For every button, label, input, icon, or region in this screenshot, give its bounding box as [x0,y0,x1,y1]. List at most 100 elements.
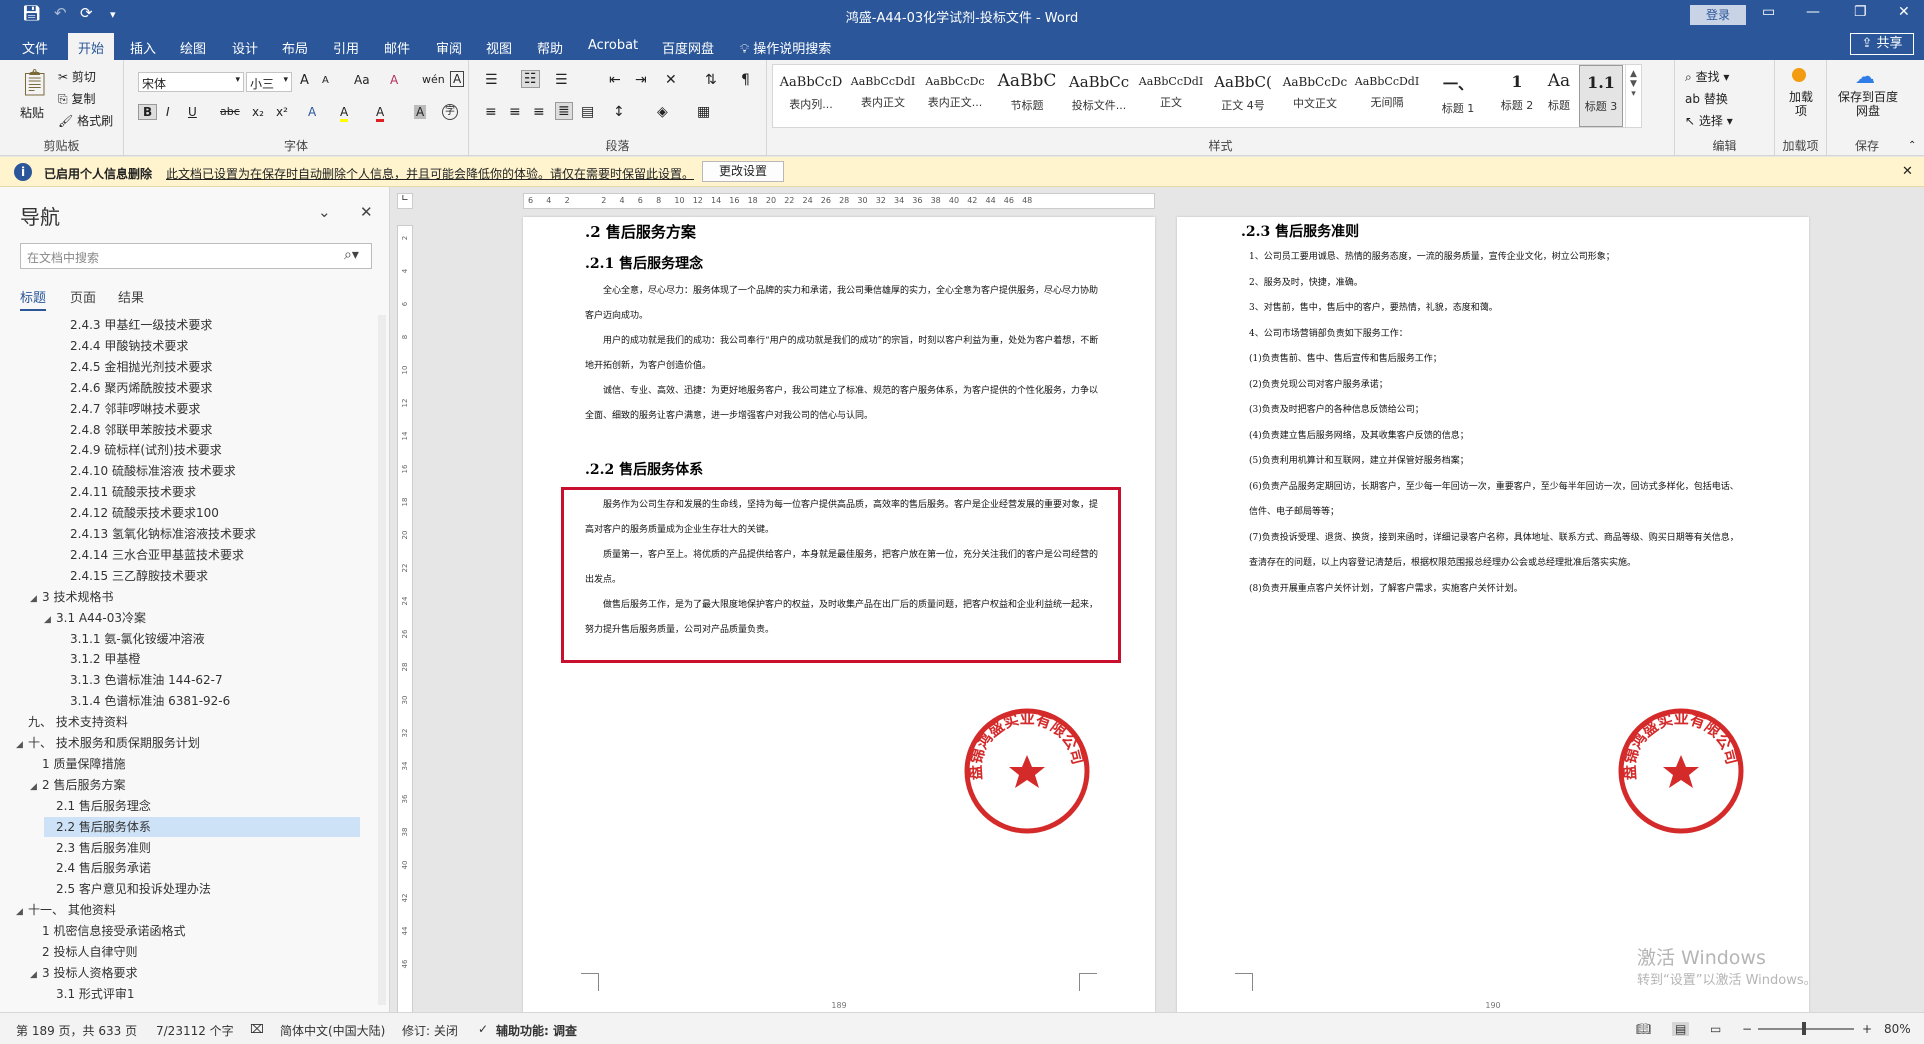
search-icon[interactable]: ⌕▾ [344,247,359,263]
chevron-down-icon[interactable]: ⌄ [318,203,331,221]
minimize-icon[interactable]: — [1806,4,1820,20]
select-button[interactable]: ↖ 选择 ▾ [1685,112,1733,129]
nav-tree-item[interactable]: 1 质量保障措施 [30,754,360,774]
tab-references[interactable]: 引用 [333,38,359,57]
numbering-icon[interactable]: ☷ [521,70,540,88]
tab-selector-icon[interactable]: ∟ [397,193,413,209]
increase-indent-icon[interactable]: ⇥ [635,72,647,88]
accessibility-icon[interactable]: ✓ [478,1022,488,1036]
underline-button[interactable]: U [188,105,197,119]
distributed-icon[interactable]: ▤ [581,104,594,120]
align-left-icon[interactable]: ≡ [485,104,497,120]
grow-font-button[interactable]: A [300,73,309,88]
close-icon[interactable]: ✕ [1898,4,1910,20]
phonetic-guide-button[interactable]: wén [422,73,445,86]
nav-tree-item[interactable]: 3.1.4 色谱标准油 6381-92-6 [58,691,360,711]
expand-toggle-icon[interactable]: ◢ [16,902,28,922]
style-item[interactable]: AaBbCc 投标文件... [1063,65,1135,127]
expand-toggle-icon[interactable]: ◢ [30,777,42,797]
align-right-icon[interactable]: ≡ [533,104,545,120]
change-case-button[interactable]: Aa [354,73,370,87]
borders-icon[interactable]: ▦ [697,104,710,120]
login-button[interactable]: 登录 [1690,5,1746,25]
bullets-icon[interactable]: ☰ [485,72,498,88]
nav-tab-headings[interactable]: 标题 [20,287,47,311]
style-item[interactable]: Aa 标题 [1541,65,1577,127]
nav-tree-item[interactable]: 2.4.11 硫酸汞技术要求 [58,482,360,502]
style-item[interactable]: AaBbCcD 表内列... [775,65,847,127]
shrink-font-button[interactable]: A [322,75,329,86]
nav-tab-results[interactable]: 结果 [118,287,144,306]
highlight-button[interactable]: A [340,105,349,122]
nav-tree-item[interactable]: 3.1 形式评审1 [44,984,360,1004]
nav-tree-item[interactable]: ◢ 3.1 A44-03冷案 [44,608,360,628]
page-190[interactable]: .2.3 售后服务准则 1、公司员工要用诚恳、热情的服务态度，一流的服务质量，宣… [1177,217,1809,1012]
zoom-slider[interactable] [1758,1028,1854,1030]
tab-help[interactable]: 帮助 [537,38,563,57]
nav-tree-item[interactable]: 2.4.15 三乙醇胺技术要求 [58,566,360,586]
nav-tree-item[interactable]: 2.4.8 邻联甲苯胺技术要求 [58,420,360,440]
text-effects-button[interactable]: A [308,105,316,119]
replace-button[interactable]: ab 替换 [1685,90,1728,107]
nav-tree-item[interactable]: 3.1.2 甲基橙 [58,649,360,669]
clear-format-button[interactable]: A [390,73,398,87]
language-status[interactable]: 简体中文(中国大陆) [280,1022,385,1039]
bold-button[interactable]: B [138,104,158,120]
nav-tree-item[interactable]: 2.4.10 硫酸标准溶液 技术要求 [58,461,360,481]
line-spacing-icon[interactable]: ↕ [613,104,625,120]
tab-insert[interactable]: 插入 [130,38,156,57]
nav-tree-item[interactable]: 2.3 售后服务准则 [44,838,360,858]
style-item[interactable]: AaBbC(正文 4号 [1207,65,1279,127]
font-color-button[interactable]: A [376,105,385,122]
accessibility-status[interactable]: 辅助功能: 调查 [496,1022,577,1039]
proofing-icon[interactable]: ⌧ [250,1022,264,1036]
nav-tree-item[interactable]: 2.4.5 金相抛光剂技术要求 [58,357,360,377]
chinese-layout-icon[interactable]: ✕ [665,72,677,88]
addins-button[interactable]: 加载项 [1785,90,1817,118]
copy-button[interactable]: ⎘ 复制 [58,90,95,107]
word-count[interactable]: 7/23112 个字 [156,1022,234,1039]
nav-tree-item[interactable]: ◢ 3 投标人资格要求 [30,963,360,983]
enclose-char-button[interactable]: 字 [442,104,458,120]
char-shading-button[interactable]: A [414,105,427,119]
collapse-ribbon-icon[interactable]: ⌃ [1908,140,1916,151]
styles-scroll-icon[interactable]: ▲ ▼ ▾ [1625,65,1641,127]
nav-tree-item[interactable]: 2.4.4 甲酸钠技术要求 [58,336,360,356]
zoom-slider-thumb[interactable] [1802,1022,1806,1035]
nav-tree-item-selected[interactable]: 2.2 售后服务体系 [44,816,360,837]
style-item[interactable]: 一、 标题 1 [1423,65,1493,127]
nav-tree-item[interactable]: 2.4.6 聚丙烯酰胺技术要求 [58,378,360,398]
justify-icon[interactable]: ≣ [555,102,573,120]
save-to-baidu-button[interactable]: 保存到百度网盘 [1833,90,1903,118]
shading-icon[interactable]: ◈ [657,104,668,120]
decrease-indent-icon[interactable]: ⇤ [609,72,621,88]
nav-tab-pages[interactable]: 页面 [70,287,96,306]
zoom-in-icon[interactable]: + [1862,1022,1872,1036]
tab-acrobat[interactable]: Acrobat [588,38,638,53]
style-item[interactable]: AaBbCcDdI 表内正文 [847,65,919,127]
nav-tree-item[interactable]: 2.4.13 氢氧化钠标准溶液技术要求 [58,524,360,544]
nav-tree-item[interactable]: ◢ 十、 技术服务和质保期服务计划 [16,733,360,753]
tab-review[interactable]: 审阅 [436,38,462,57]
nav-tree-item[interactable]: 3.1.3 色谱标准油 144-62-7 [58,670,360,690]
track-changes-status[interactable]: 修订: 关闭 [402,1022,458,1039]
style-item[interactable]: 1 标题 2 [1495,65,1539,127]
style-item[interactable]: AaBbCcDdI 正文 [1135,65,1207,127]
nav-tree-item[interactable]: 3.1.1 氨-氯化铵缓冲溶液 [58,629,360,649]
align-center-icon[interactable]: ≡ [509,104,521,120]
zoom-out-icon[interactable]: − [1742,1022,1752,1036]
style-item[interactable]: AaBbCcDdI 无间隔 [1351,65,1423,127]
nav-tree-item[interactable]: 2.4.14 三水合亚甲基蓝技术要求 [58,545,360,565]
superscript-button[interactable]: x² [276,105,288,119]
tab-layout[interactable]: 布局 [282,38,308,57]
expand-toggle-icon[interactable]: ◢ [30,589,42,609]
style-item[interactable]: 1.1 标题 3 [1579,65,1623,127]
maximize-icon[interactable]: ❐ [1854,4,1867,20]
tell-me-search[interactable]: 💡︎ 操作说明搜索 [740,38,831,57]
change-settings-button[interactable]: 更改设置 [702,161,784,182]
style-item[interactable]: AaBbC 节标题 [991,65,1063,127]
expand-toggle-icon[interactable]: ◢ [44,610,56,630]
nav-search-input[interactable]: 在文档中搜索 [20,243,372,269]
nav-tree-item[interactable]: ◢ 2 售后服务方案 [30,775,360,795]
char-border-button[interactable]: A [450,71,465,87]
